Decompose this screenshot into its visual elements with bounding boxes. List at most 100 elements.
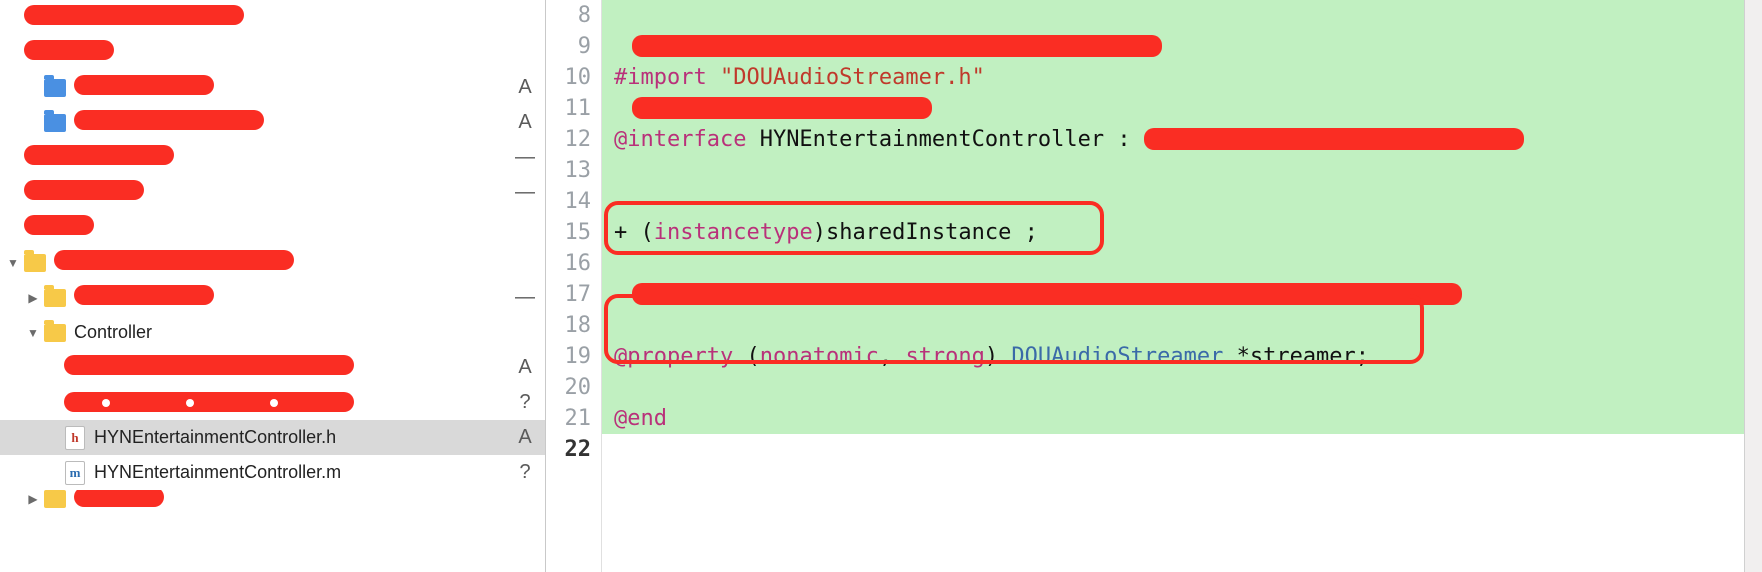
line-number: 8 — [546, 0, 591, 31]
disclosure-triangle-icon — [6, 11, 20, 25]
folder-icon — [44, 322, 66, 344]
code-line[interactable] — [614, 0, 1744, 31]
code-line[interactable] — [614, 31, 1744, 62]
tree-row[interactable]: — — [0, 140, 545, 175]
disclosure-triangle-icon[interactable]: ▶ — [26, 492, 40, 506]
code-line[interactable]: @end — [614, 403, 1744, 434]
tree-row[interactable]: ▼ Controller — [0, 315, 545, 350]
folder-icon — [44, 490, 66, 508]
tree-label — [24, 40, 505, 65]
code-line[interactable] — [614, 248, 1744, 279]
line-number: 9 — [546, 31, 591, 62]
tree-label — [64, 355, 505, 380]
disclosure-triangle-icon[interactable]: ▼ — [6, 256, 20, 270]
tree-label — [24, 5, 505, 30]
code-area[interactable]: #import "DOUAudioStreamer.h" @interface H… — [602, 0, 1744, 572]
line-number: 18 — [546, 310, 591, 341]
scm-status: — — [505, 181, 545, 204]
code-token: , — [879, 344, 906, 369]
disclosure-triangle-icon[interactable]: ▶ — [26, 291, 40, 305]
code-line[interactable]: @property (nonatomic, strong) DOUAudioSt… — [614, 341, 1744, 372]
impl-file-icon: m — [64, 462, 86, 484]
disclosure-triangle-icon — [46, 396, 60, 410]
tree-row[interactable]: A — [0, 105, 545, 140]
code-token: instancetype — [654, 220, 813, 245]
tree-row[interactable] — [0, 210, 545, 245]
code-token: @end — [614, 406, 667, 431]
code-token: strong — [905, 344, 984, 369]
line-number: 16 — [546, 248, 591, 279]
code-token: @interface — [614, 127, 746, 152]
line-number: 17 — [546, 279, 591, 310]
code-line[interactable]: + (instancetype)sharedInstance ; — [614, 217, 1744, 248]
code-token: )sharedInstance ; — [813, 220, 1038, 245]
code-line[interactable] — [614, 310, 1744, 341]
disclosure-triangle-icon — [46, 361, 60, 375]
line-number: 22 — [546, 434, 591, 465]
tree-row[interactable]: m HYNEntertainmentController.m? — [0, 455, 545, 490]
line-number: 21 — [546, 403, 591, 434]
code-token: *streamer; — [1223, 344, 1369, 369]
code-line[interactable] — [614, 93, 1744, 124]
code-line[interactable] — [614, 186, 1744, 217]
code-token: HYNEntertainmentController : — [746, 127, 1143, 152]
scm-status: — — [505, 146, 545, 169]
tree-label — [24, 215, 505, 240]
disclosure-triangle-icon — [6, 151, 20, 165]
scrollbar[interactable] — [1744, 0, 1762, 572]
line-number: 10 — [546, 62, 591, 93]
tree-row[interactable]: ▶ — [0, 490, 545, 508]
scm-status: A — [505, 111, 545, 134]
line-number: 11 — [546, 93, 591, 124]
tree-row[interactable]: ▼ — [0, 245, 545, 280]
line-number: 13 — [546, 155, 591, 186]
code-line[interactable]: @interface HYNEntertainmentController : — [614, 124, 1744, 155]
tree-row[interactable] — [0, 35, 545, 70]
tree-label: HYNEntertainmentController.m — [94, 462, 505, 483]
file-navigator[interactable]: AA——▼▶—▼ControllerA?hHYNEntertainmentCon… — [0, 0, 546, 572]
tree-row[interactable]: hHYNEntertainmentController.hA — [0, 420, 545, 455]
disclosure-triangle-icon — [6, 221, 20, 235]
code-token: nonatomic — [760, 344, 879, 369]
disclosure-triangle-icon — [26, 81, 40, 95]
folder-icon — [44, 77, 66, 99]
code-line[interactable] — [614, 372, 1744, 403]
tree-row[interactable] — [0, 0, 545, 35]
line-number: 12 — [546, 124, 591, 155]
code-line[interactable] — [614, 155, 1744, 186]
header-file-icon: h — [64, 427, 86, 449]
code-editor[interactable]: 8910111213141516171819202122 #import "DO… — [546, 0, 1762, 572]
tree-label — [74, 285, 505, 310]
scm-status: A — [505, 76, 545, 99]
tree-label — [64, 392, 505, 413]
scm-status: ? — [505, 461, 545, 484]
tree-row[interactable]: A — [0, 70, 545, 105]
folder-icon — [44, 112, 66, 134]
code-token: #import — [614, 65, 707, 90]
disclosure-triangle-icon[interactable]: ▼ — [26, 326, 40, 340]
line-number: 20 — [546, 372, 591, 403]
disclosure-triangle-icon — [46, 431, 60, 445]
disclosure-triangle-icon — [46, 466, 60, 480]
line-gutter: 8910111213141516171819202122 — [546, 0, 602, 572]
tree-row[interactable]: ? — [0, 385, 545, 420]
tree-row[interactable]: ▶— — [0, 280, 545, 315]
tree-row[interactable]: — — [0, 175, 545, 210]
tree-label — [74, 490, 505, 508]
scm-status: ? — [505, 391, 545, 414]
scm-status: A — [505, 356, 545, 379]
code-line[interactable] — [614, 279, 1744, 310]
scm-status: A — [505, 426, 545, 449]
tree-row[interactable]: A — [0, 350, 545, 385]
scm-status: — — [505, 286, 545, 309]
tree-label — [24, 180, 505, 205]
disclosure-triangle-icon — [26, 116, 40, 130]
tree-label — [74, 110, 505, 135]
tree-label: Controller — [74, 322, 505, 343]
folder-icon — [24, 252, 46, 274]
tree-label — [24, 145, 505, 170]
code-token: + ( — [614, 220, 654, 245]
line-number: 19 — [546, 341, 591, 372]
code-token: ) — [985, 344, 1012, 369]
code-line[interactable]: #import "DOUAudioStreamer.h" — [614, 62, 1744, 93]
